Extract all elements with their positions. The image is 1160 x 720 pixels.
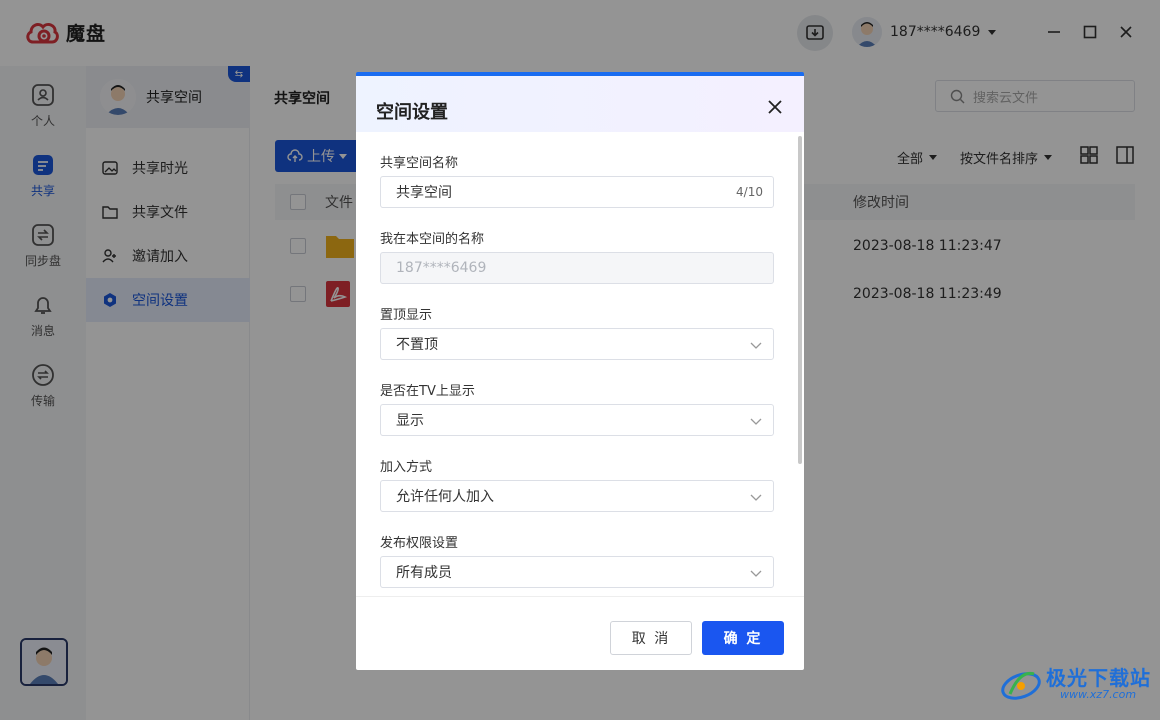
- watermark-url: www.xz7.com: [1060, 687, 1137, 701]
- dialog-body: 共享空间名称 共享空间 4/10 我在本空间的名称 187****6469 置顶…: [356, 132, 804, 592]
- space-name-input[interactable]: 共享空间 4/10: [380, 176, 774, 208]
- publish-label: 发布权限设置: [380, 536, 459, 551]
- close-icon[interactable]: [766, 98, 784, 116]
- space-name-label: 共享空间名称: [380, 156, 459, 171]
- chevron-down-icon: [750, 342, 762, 349]
- dialog-title: 空间设置: [376, 102, 448, 123]
- my-name-label: 我在本空间的名称: [380, 232, 485, 247]
- publish-select[interactable]: 所有成员: [380, 556, 774, 588]
- watermark-logo-icon: [1001, 671, 1041, 700]
- tv-value: 显示: [396, 413, 424, 429]
- chevron-down-icon: [750, 570, 762, 577]
- tv-label: 是否在TV上显示: [380, 384, 475, 399]
- space-name-value: 共享空间: [396, 185, 452, 201]
- join-select[interactable]: 允许任何人加入: [380, 480, 774, 512]
- watermark-text: 极光下载站: [1046, 665, 1151, 690]
- space-settings-dialog: 空间设置 共享空间名称 共享空间 4/10 我在本空间的名称 187****64…: [356, 72, 804, 670]
- dialog-footer: 取 消 确 定: [356, 596, 804, 670]
- publish-value: 所有成员: [396, 565, 452, 581]
- pin-value: 不置顶: [396, 337, 438, 353]
- my-name-input: 187****6469: [380, 252, 774, 284]
- cancel-button[interactable]: 取 消: [610, 621, 692, 655]
- dialog-scrollbar[interactable]: [798, 136, 802, 464]
- confirm-button[interactable]: 确 定: [702, 621, 784, 655]
- join-value: 允许任何人加入: [396, 489, 494, 505]
- tv-select[interactable]: 显示: [380, 404, 774, 436]
- char-counter: 4/10: [736, 185, 763, 199]
- pin-label: 置顶显示: [380, 308, 433, 323]
- pin-select[interactable]: 不置顶: [380, 328, 774, 360]
- chevron-down-icon: [750, 418, 762, 425]
- site-watermark: 极光下载站 www.xz7.com: [1000, 664, 1151, 704]
- join-label: 加入方式: [380, 460, 433, 475]
- my-name-value: 187****6469: [396, 260, 487, 276]
- dialog-header: 空间设置: [356, 76, 804, 132]
- chevron-down-icon: [750, 494, 762, 501]
